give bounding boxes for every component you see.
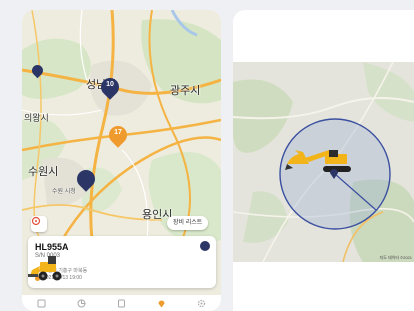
- map-label-suwon-sub: 수원 시청: [52, 189, 76, 195]
- map-label-uiwang: 의왕시: [24, 113, 49, 123]
- fleet-map[interactable]: 성남시 광주시 의왕시 수원시 수원 시청 용인시 10 17: [22, 10, 221, 311]
- equipment-pin[interactable]: [29, 62, 46, 79]
- geofence-screen: 지도 데이터 ©2021: [233, 10, 414, 311]
- location-pin-icon: [330, 169, 338, 179]
- map-label-suwon: 수원시: [28, 166, 59, 178]
- equipment-pin-cluster-17[interactable]: 17: [105, 122, 131, 148]
- location-pin-icon: [158, 300, 165, 307]
- gear-icon: [197, 299, 205, 307]
- equipment-list-button[interactable]: 장비 리스트: [167, 216, 209, 230]
- report-icon: [37, 299, 46, 307]
- tab-settings[interactable]: [195, 297, 207, 309]
- equipment-pin[interactable]: [73, 166, 99, 192]
- equipment-model: HL955A: [35, 242, 69, 252]
- tab-documents[interactable]: [115, 297, 127, 309]
- bottom-tab-bar: [22, 295, 221, 311]
- map-label-gwangju: 광주시: [170, 85, 201, 97]
- map-copyright: 지도 데이터 ©2021: [379, 255, 412, 260]
- tab-report[interactable]: [36, 297, 48, 309]
- tab-statistics[interactable]: [76, 297, 88, 309]
- equipment-pin-cluster-10[interactable]: 10: [97, 74, 123, 100]
- fleet-map-screen: 성남시 광주시 의왕시 수원시 수원 시청 용인시 10 17: [22, 10, 221, 311]
- crosshair-icon: [31, 216, 41, 226]
- geofence-map[interactable]: 지도 데이터 ©2021: [233, 62, 414, 262]
- screenshot-stage: 성남시 광주시 의왕시 수원시 수원 시청 용인시 10 17: [0, 0, 414, 311]
- excavator-icon: [285, 150, 351, 172]
- tab-location[interactable]: [155, 297, 167, 309]
- chart-icon: [77, 299, 86, 307]
- wheel-loader-icon: [28, 256, 62, 281]
- document-icon: [117, 299, 125, 307]
- current-location-button[interactable]: [31, 216, 47, 232]
- card-expand-button[interactable]: [200, 241, 210, 251]
- equipment-info-card[interactable]: HL955A S/N 0003 용인시 기흥구 마북동 2021/04/13 1…: [28, 236, 216, 288]
